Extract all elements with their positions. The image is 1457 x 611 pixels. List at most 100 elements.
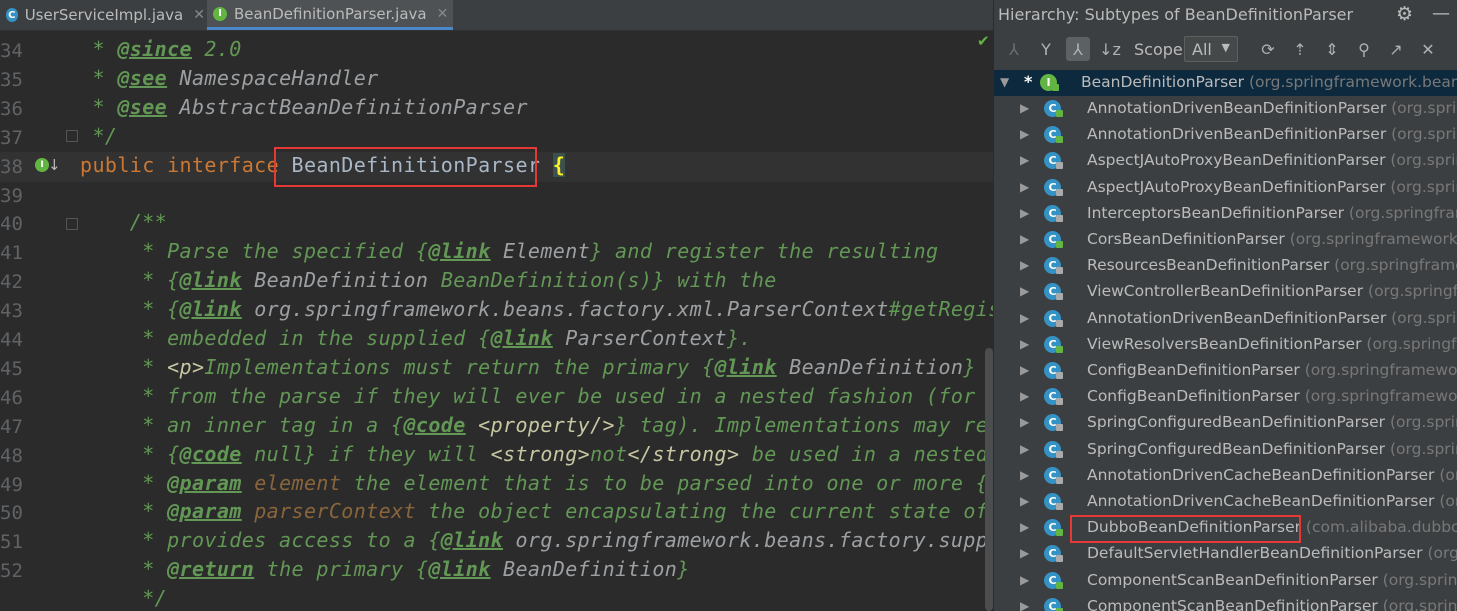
public-lock-icon	[1056, 136, 1063, 144]
close-icon[interactable]: ✕	[1416, 37, 1440, 61]
package-name: (org.springfram	[1382, 570, 1457, 589]
expand-arrow-icon[interactable]: ▶	[1020, 284, 1029, 298]
package-name: (org.springframework.a	[1304, 361, 1457, 379]
tree-item[interactable]: ▶ C ViewControllerBeanDefinitionParser (or…	[994, 279, 1457, 305]
tree-item[interactable]: ▶ C SpringConfiguredBeanDefinitionParser (…	[994, 410, 1457, 436]
expand-all-icon[interactable]: ⇕	[1320, 37, 1344, 61]
scope-select[interactable]: All ▼	[1184, 36, 1238, 62]
expand-arrow-icon[interactable]: ▶	[1020, 546, 1029, 560]
expand-arrow-icon[interactable]: ▶	[1020, 180, 1029, 194]
tree-item[interactable]: ▶ C AnnotationDrivenCacheBeanDefinitionPar…	[994, 463, 1457, 489]
gear-icon[interactable]: ⚙	[1396, 3, 1413, 25]
tree-item[interactable]: ▶ C ConfigBeanDefinitionParser (org.spring…	[994, 384, 1457, 410]
class-name: SpringConfiguredBeanDefinitionParser	[1087, 439, 1386, 458]
expand-arrow-icon[interactable]: ▶	[1020, 468, 1029, 482]
tree-item[interactable]: ▶ C InterceptorsBeanDefinitionParser (org.…	[994, 201, 1457, 227]
code-token: Implementations must return the primary …	[204, 354, 715, 379]
code-line: * @see AbstractBeanDefinitionParser	[80, 95, 528, 119]
code-line: */	[80, 124, 117, 148]
public-lock-icon	[1056, 241, 1063, 248]
tree-item[interactable]: ▶ C ComponentScanBeanDefinitionParser (org…	[994, 594, 1457, 611]
tree-item[interactable]: ▶ C AnnotationDrivenBeanDefinitionParser (…	[994, 96, 1457, 122]
tree-item[interactable]: ▶ C AnnotationDrivenBeanDefinitionParser (…	[994, 306, 1457, 332]
expand-arrow-icon[interactable]: ▶	[1020, 101, 1029, 115]
code-line: * {@link BeanDefinition BeanDefinition(s…	[80, 268, 777, 292]
expand-arrow-icon[interactable]: ▶	[1020, 206, 1029, 220]
tree-item[interactable]: ▶ C AnnotationDrivenCacheBeanDefinitionPar…	[994, 489, 1457, 515]
tree-item[interactable]: ▶ C AspectJAutoProxyBeanDefinitionParser (…	[994, 175, 1457, 201]
package-lock-icon	[1056, 319, 1063, 327]
package-name: (org.springframework.we	[1289, 230, 1457, 248]
code-token: @param	[167, 470, 242, 495]
implemented-icon[interactable]: I	[35, 158, 49, 172]
tree-item[interactable]: ▶ C ConfigBeanDefinitionParser (org.spring…	[994, 358, 1457, 384]
expand-arrow-icon[interactable]: ▶	[1020, 153, 1029, 167]
tree-item[interactable]: ▶ C AnnotationDrivenBeanDefinitionParser (…	[994, 122, 1457, 148]
tab-userserviceimpl[interactable]: C UserServiceImpl.java ✕	[0, 0, 205, 30]
code-token: }	[677, 557, 690, 582]
supertypes-icon[interactable]: Y	[1034, 37, 1058, 61]
expand-arrow-icon[interactable]: ▶	[1020, 442, 1029, 456]
tree-item[interactable]: ▶ C ComponentScanBeanDefinitionParser (org…	[994, 568, 1457, 594]
expand-arrow-icon[interactable]: ▶	[1020, 599, 1029, 611]
package-name: (org.springframewo	[1334, 256, 1457, 275]
star-icon: *	[1024, 72, 1033, 91]
class-name: ComponentScanBeanDefinitionParser	[1087, 570, 1378, 589]
close-icon[interactable]: ✕	[193, 7, 205, 23]
code-token: @link	[428, 557, 491, 582]
expand-arrow-icon[interactable]: ▶	[1020, 363, 1029, 377]
export-icon[interactable]: ⇡	[1288, 37, 1312, 61]
open-in-editor-icon[interactable]: ↗	[1384, 37, 1408, 61]
expand-arrow-icon[interactable]: ▶	[1020, 573, 1029, 587]
tree-item-label: ConfigBeanDefinitionParser (org.springfr…	[1087, 361, 1457, 379]
tree-item-label: BeanDefinitionParser (org.springframewor…	[1081, 73, 1457, 91]
tree-item[interactable]: ▶ C ViewResolversBeanDefinitionParser (org…	[994, 332, 1457, 358]
tree-item-label: InterceptorsBeanDefinitionParser (org.sp…	[1087, 204, 1457, 222]
tab-label: UserServiceImpl.java	[24, 6, 184, 24]
tree-item-label: ComponentScanBeanDefinitionParser (org.s…	[1087, 571, 1457, 589]
code-token: }.	[726, 326, 752, 350]
subtypes-icon[interactable]: ⅄	[1066, 37, 1090, 61]
tree-item-label: SpringConfiguredBeanDefinitionParser (or…	[1087, 413, 1457, 431]
code-token: the object encapsulating the current sta…	[415, 499, 993, 524]
code-editor[interactable]: C UserServiceImpl.java ✕ I BeanDefinitio…	[0, 0, 993, 611]
class-name: ViewResolversBeanDefinitionParser	[1087, 334, 1362, 353]
navigate-down-icon[interactable]: ↓	[48, 156, 61, 174]
tree-root-item[interactable]: ▼ * I BeanDefinitionParser (org.springfr…	[994, 70, 1457, 96]
tree-item[interactable]: ▶ C CorsBeanDefinitionParser (org.springfr…	[994, 227, 1457, 253]
tree-item[interactable]: ▶ C DefaultServletHandlerBeanDefinitionPar…	[994, 541, 1457, 567]
collapse-arrow-icon[interactable]: ▼	[1000, 75, 1009, 89]
expand-arrow-icon[interactable]: ▶	[1020, 389, 1029, 403]
expand-arrow-icon[interactable]: ▶	[1020, 232, 1029, 246]
code-token: <property/>	[465, 412, 615, 437]
minimize-icon[interactable]: —	[1432, 3, 1450, 24]
editor-scrollbar[interactable]	[985, 348, 993, 611]
refresh-icon[interactable]: ⟳	[1256, 37, 1280, 61]
tree-item[interactable]: ▶ C AspectJAutoProxyBeanDefinitionParser (…	[994, 148, 1457, 174]
code-token: /**	[80, 210, 168, 235]
hierarchy-toolbar: ⅄ Y ⅄ ↓z Scope: All ▼ ⟳ ⇡ ⇕ ⚲ ↗ ✕	[994, 30, 1457, 68]
expand-arrow-icon[interactable]: ▶	[1020, 311, 1029, 325]
pin-icon[interactable]: ⚲	[1352, 37, 1376, 61]
code-token: *	[80, 354, 168, 379]
tab-beandefinitionparser[interactable]: I BeanDefinitionParser.java ✕	[207, 0, 453, 30]
class-name: SpringConfiguredBeanDefinitionParser	[1087, 413, 1386, 432]
expand-arrow-icon[interactable]: ▶	[1020, 494, 1029, 508]
expand-arrow-icon[interactable]: ▶	[1020, 337, 1029, 351]
package-name: (org.sp	[1427, 544, 1457, 563]
expand-arrow-icon[interactable]: ▶	[1020, 127, 1029, 141]
code-token: @param	[167, 499, 242, 524]
tree-item[interactable]: ▶ C SpringConfiguredBeanDefinitionParser (…	[994, 437, 1457, 463]
expand-arrow-icon[interactable]: ▶	[1020, 258, 1029, 272]
tree-item[interactable]: ▶ C ResourcesBeanDefinitionParser (org.spr…	[994, 253, 1457, 279]
package-name: (org.springfram	[1382, 596, 1457, 611]
tree-item-label: AnnotationDrivenCacheBeanDefinitionParse…	[1087, 466, 1457, 484]
type-hierarchy-icon[interactable]: ⅄	[1002, 37, 1026, 61]
close-icon[interactable]: ✕	[437, 6, 449, 22]
fold-icon[interactable]	[66, 218, 78, 230]
sort-alpha-icon[interactable]: ↓z	[1098, 37, 1122, 61]
code-line: * Parse the specified {@link Element} an…	[80, 239, 938, 263]
expand-arrow-icon[interactable]: ▶	[1020, 520, 1029, 534]
expand-arrow-icon[interactable]: ▶	[1020, 415, 1029, 429]
fold-icon[interactable]	[66, 130, 78, 142]
